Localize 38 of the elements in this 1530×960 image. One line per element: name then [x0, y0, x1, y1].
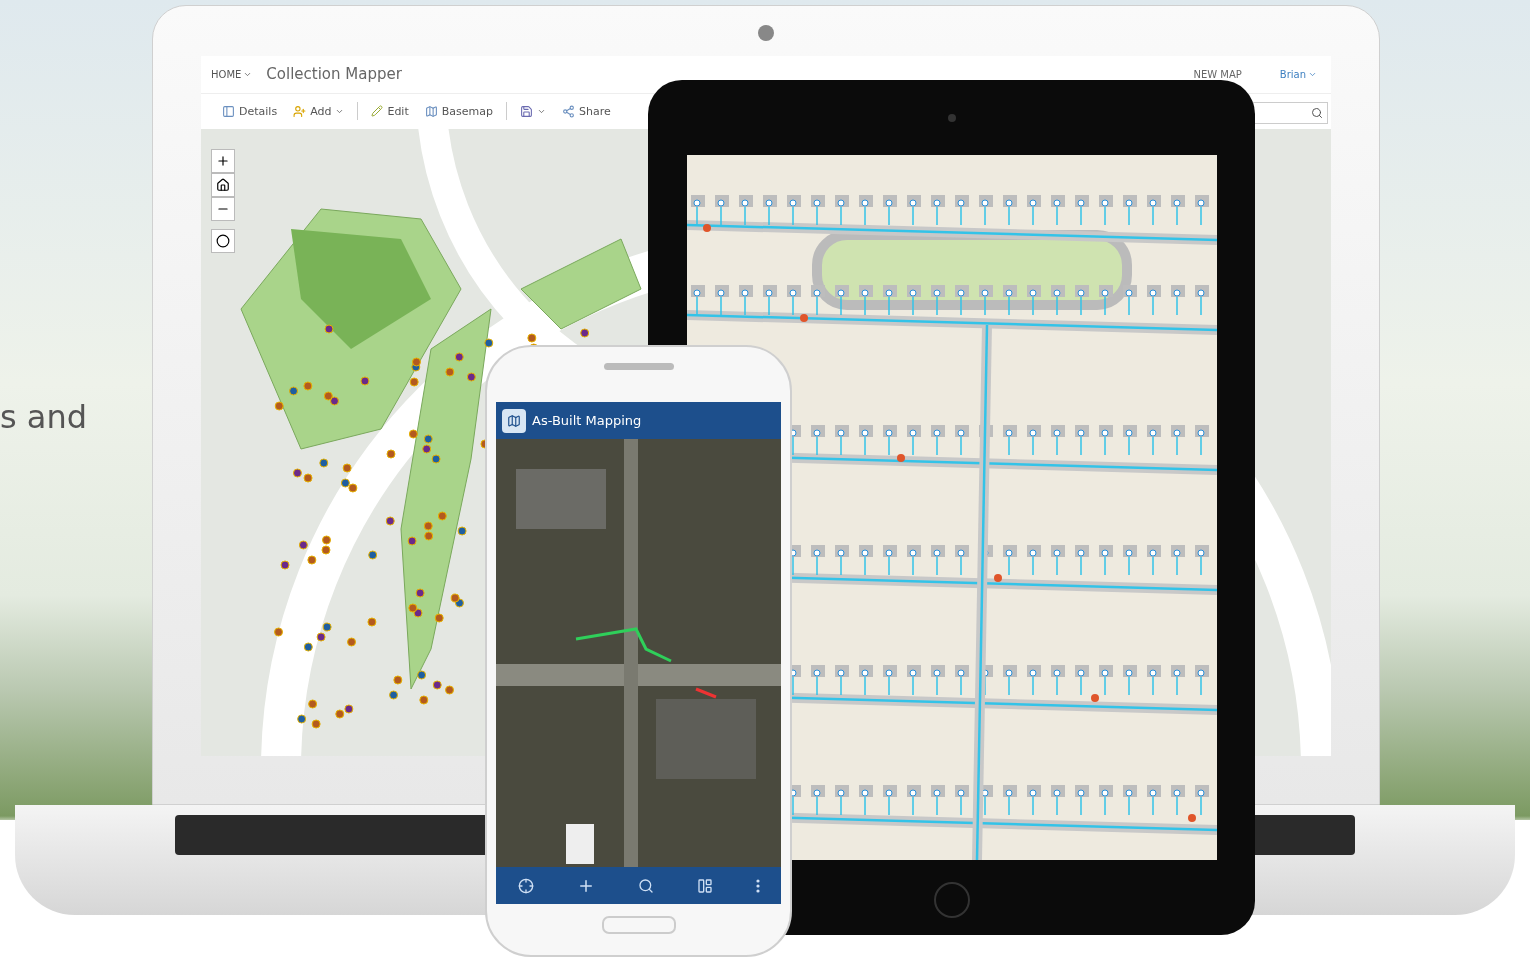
toolbar-button[interactable]: Edit: [368, 103, 412, 120]
toolbar-button[interactable]: Basemap: [421, 103, 496, 120]
locate-button[interactable]: [211, 229, 235, 253]
search-button[interactable]: [637, 877, 654, 894]
panel-icon: [696, 877, 713, 894]
toolbar-button[interactable]: Add: [290, 103, 348, 120]
person-icon: [293, 105, 307, 118]
locate-button[interactable]: [517, 877, 534, 894]
user-menu[interactable]: Brian: [1279, 69, 1317, 80]
caret-icon: [243, 70, 253, 79]
plus-icon: [216, 154, 230, 168]
house-icon: [216, 178, 230, 192]
app-title: As-Built Mapping: [532, 413, 642, 428]
new-map-link[interactable]: NEW MAP: [1193, 69, 1242, 80]
pencil-icon: [371, 105, 384, 118]
search-icon: [637, 877, 654, 894]
home-button[interactable]: [211, 173, 235, 197]
zoom-in-button[interactable]: [211, 149, 235, 173]
crosshair-icon: [517, 877, 534, 894]
menu-button[interactable]: [755, 878, 760, 893]
headline-text: s and: [0, 398, 88, 436]
share-icon: [562, 105, 575, 118]
menu-icon: [755, 878, 760, 893]
search-field[interactable]: [1253, 102, 1328, 124]
toolbar-button[interactable]: Details: [219, 103, 281, 120]
caret-icon: [1308, 70, 1317, 79]
caret-icon: [537, 107, 546, 116]
speaker-grille: [603, 363, 674, 370]
panel-icon: [222, 105, 235, 118]
toolbar-button[interactable]: Share: [559, 103, 614, 120]
map-title: Collection Mapper: [266, 65, 402, 84]
home-link[interactable]: HOME: [211, 69, 253, 80]
circle-icon: [216, 234, 230, 248]
caret-icon: [335, 107, 345, 116]
layers-button[interactable]: [696, 877, 713, 894]
search-icon: [1311, 107, 1323, 119]
map-icon: [507, 413, 521, 428]
zoom-out-button[interactable]: [211, 197, 235, 221]
